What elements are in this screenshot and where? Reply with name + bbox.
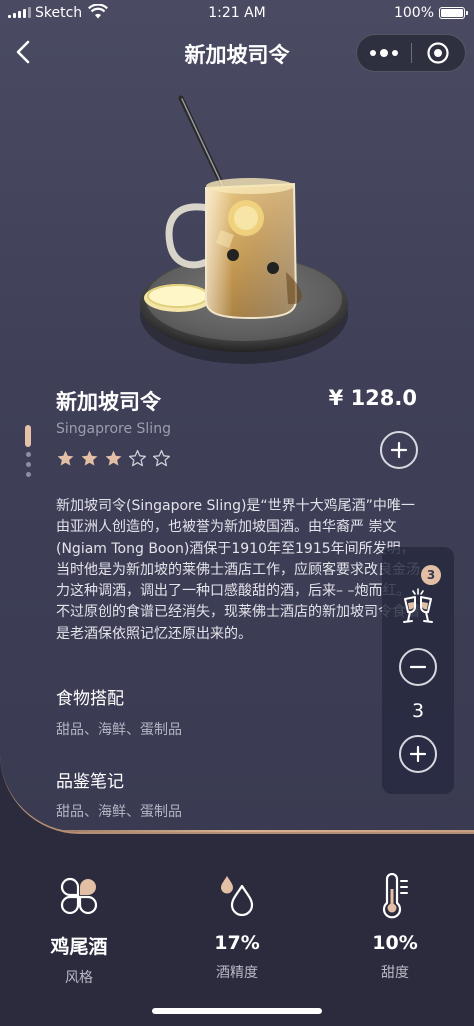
close-target-icon[interactable] [412,35,465,71]
plus-icon [409,745,427,763]
indicator-dot[interactable] [26,472,31,477]
page-indicator [24,425,32,477]
star-filled-icon [105,450,122,466]
add-to-cart-button[interactable] [380,431,418,469]
battery-percent: 100% [393,5,434,21]
pairing-text: 甜品、海鲜、蛋制品 [56,722,182,738]
product-english-name: Singaprore Sling [56,421,171,437]
stat-value: 鸡尾酒 [50,936,108,958]
indicator-dot[interactable] [26,452,31,457]
product-description: 新加坡司令(Singapore Sling)是“世界十大鸡尾酒”中唯一由亚洲人创… [56,498,420,642]
decrease-quantity-button[interactable] [399,648,437,686]
cocktail-image [140,95,348,364]
indicator-active [25,425,31,447]
thermometer-icon [382,873,408,919]
stat-value: 17% [214,932,260,954]
pairing-heading: 食物搭配 [56,689,124,709]
stat-alcohol: 17% 酒精度 [158,872,316,982]
indicator-dot[interactable] [26,462,31,467]
cheers-glasses-icon[interactable] [399,585,437,625]
tasting-text: 甜品、海鲜、蛋制品 [56,804,182,820]
stat-style: 鸡尾酒 风格 [0,872,158,987]
stat-label: 甜度 [381,965,409,981]
style-icon [60,877,98,915]
tasting-heading: 品鉴笔记 [56,772,124,792]
quantity-value: 3 [411,700,425,722]
home-indicator[interactable] [152,1008,322,1014]
battery-icon [439,7,468,19]
stat-sweetness: 10% 甜度 [316,872,474,982]
rating-stars [56,449,171,468]
alcohol-drops-icon [221,876,254,917]
product-name: 新加坡司令 [56,390,161,414]
increase-quantity-button[interactable] [399,735,437,773]
stat-label: 酒精度 [216,965,258,981]
star-empty-icon [152,449,171,467]
star-empty-icon [128,449,147,467]
mini-program-capsule [356,34,466,72]
star-filled-icon [57,450,74,466]
status-bar: Sketch 1:21 AM 100% [0,0,474,28]
cart-count-badge: 3 [421,565,441,585]
more-icon[interactable] [357,35,411,71]
plus-icon [390,441,408,459]
stat-value: 10% [372,932,418,954]
star-filled-icon [81,450,98,466]
product-price: ¥ 128.0 [328,386,417,410]
minus-icon [409,665,427,669]
stat-label: 风格 [65,970,93,986]
